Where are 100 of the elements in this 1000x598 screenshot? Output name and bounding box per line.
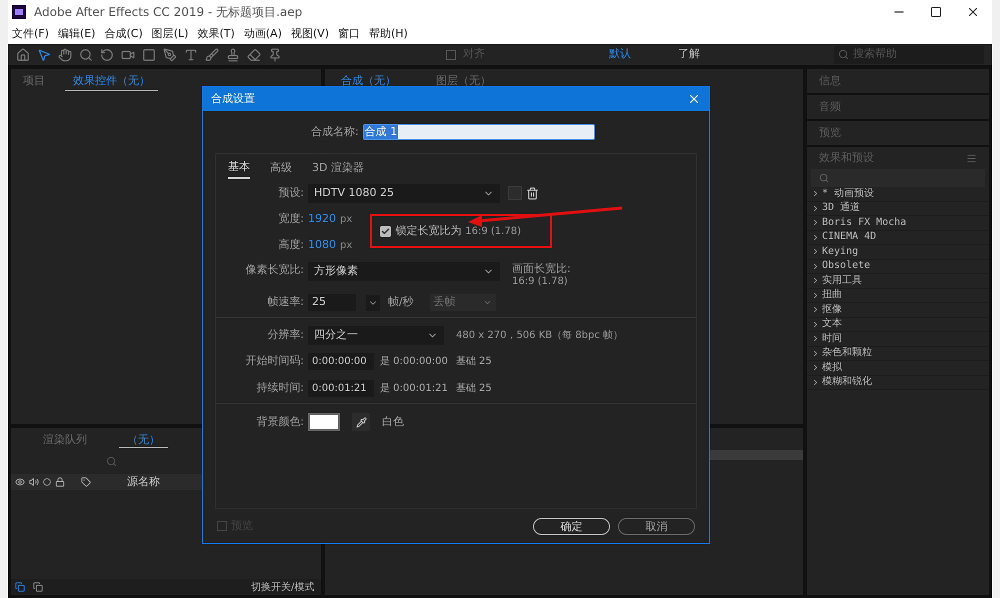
lock-icon xyxy=(55,477,65,487)
field-label: 分辨率: xyxy=(266,326,305,343)
eraser-icon[interactable] xyxy=(247,48,261,62)
timecode-field[interactable]: 0:00:00:00 xyxy=(308,352,374,370)
search-icon[interactable] xyxy=(79,48,93,62)
text-icon[interactable] xyxy=(184,48,198,62)
dialog-title: 合成设置 xyxy=(211,90,255,107)
unit-label: px xyxy=(340,212,352,226)
menu-item[interactable]: 合成(C) xyxy=(104,26,143,42)
menu-item[interactable]: 窗口 xyxy=(338,26,360,42)
dropdown[interactable]: HDTV 1080 25 xyxy=(308,184,500,202)
maximize-icon[interactable] xyxy=(930,6,942,18)
preview-checkbox[interactable] xyxy=(217,521,227,531)
lock-checkbox[interactable] xyxy=(380,226,392,236)
menu-item[interactable]: 视图(V) xyxy=(290,26,329,42)
height-value[interactable]: 1080 xyxy=(308,236,336,254)
field-label: 开始时间码: xyxy=(244,352,305,369)
eye-icon xyxy=(15,477,25,487)
effect-category[interactable]: 扭曲 xyxy=(807,288,989,303)
tag-icon xyxy=(81,477,91,487)
timecode-info: 是 0:00:00:00 xyxy=(380,354,448,368)
timebase-info: 基础 25 xyxy=(456,382,492,396)
search-icon xyxy=(838,49,849,60)
aspect-ratio: 16:9 (1.78) xyxy=(465,224,521,238)
dialog-tab[interactable]: 3D 渲染器 xyxy=(312,160,364,178)
effect-category[interactable]: 模糊和锐化 xyxy=(807,376,989,390)
cancel-button[interactable]: 取消 xyxy=(618,518,695,534)
field-label: 帧速率: xyxy=(266,294,305,310)
pen-icon[interactable] xyxy=(163,48,177,62)
effect-category[interactable]: 3D 通道 xyxy=(807,202,989,216)
workspace-tab[interactable]: 了解 xyxy=(658,46,720,63)
panel-tab[interactable]: （无） xyxy=(119,432,168,448)
field-label: 画面长宽比: xyxy=(512,262,571,275)
ok-button[interactable]: 确定 xyxy=(533,518,610,534)
effect-category[interactable]: 实用工具 xyxy=(807,274,989,288)
stamp-icon[interactable] xyxy=(226,48,240,62)
frame-rate-dropdown[interactable] xyxy=(366,294,380,310)
frame-aspect-value: 16:9 (1.78) xyxy=(512,275,569,288)
menu-item[interactable]: 图层(L) xyxy=(152,26,188,42)
pin-icon[interactable] xyxy=(268,48,282,62)
field-label: 宽度: xyxy=(277,210,305,227)
color-swatch[interactable] xyxy=(308,413,340,431)
layers-icon[interactable] xyxy=(33,582,43,592)
menu-icon[interactable] xyxy=(966,152,977,164)
workspace-tab[interactable]: 默认 xyxy=(589,46,651,63)
menu-item[interactable]: 效果(T) xyxy=(197,26,235,42)
field-label: 持续时间: xyxy=(255,380,305,396)
dialog-tab[interactable]: 基本 xyxy=(228,159,250,179)
effect-category[interactable]: 文本 xyxy=(807,318,989,332)
dropdown[interactable]: 四分之一 xyxy=(308,326,444,344)
effect-category[interactable]: CINEMA 4D xyxy=(807,230,989,245)
effect-category[interactable]: Boris FX Mocha xyxy=(807,216,989,230)
home-icon[interactable] xyxy=(16,48,30,62)
search-icon[interactable] xyxy=(106,456,117,466)
color-name: 白色 xyxy=(382,414,404,430)
search-field[interactable] xyxy=(811,169,985,187)
effect-category[interactable]: 时间 xyxy=(807,332,989,346)
menu-item[interactable]: 动画(A) xyxy=(244,26,282,42)
layers-icon[interactable] xyxy=(15,582,25,592)
effect-category[interactable]: Keying xyxy=(807,245,989,260)
eyedropper-button[interactable] xyxy=(352,413,370,431)
speaker-icon xyxy=(29,477,39,487)
field-label: 合成名称: xyxy=(311,124,359,140)
effect-category[interactable]: 模拟 xyxy=(807,361,989,376)
trash-icon[interactable] xyxy=(526,186,539,200)
width-value[interactable]: 1920 xyxy=(308,210,336,228)
effect-category[interactable]: Obsolete xyxy=(807,260,989,274)
unit-label: px xyxy=(340,238,352,252)
field-label: 预设: xyxy=(277,184,305,201)
undo-icon[interactable] xyxy=(100,48,114,62)
resolution-info: 480 x 270，506 KB（每 8bpc 帧） xyxy=(456,328,624,342)
chevron-icon xyxy=(482,298,492,307)
timecode-field[interactable]: 0:00:01:21 xyxy=(308,380,374,397)
panel-tab[interactable]: 效果控件（无） xyxy=(65,73,158,90)
snap-checkbox[interactable] xyxy=(446,50,456,60)
timebase-info: 基础 25 xyxy=(456,354,492,368)
rectangle-icon[interactable] xyxy=(142,48,156,62)
effect-category[interactable]: 杂色和颗粒 xyxy=(807,346,989,361)
menu-item[interactable]: 帮助(H) xyxy=(368,26,408,42)
dialog-tab[interactable]: 高级 xyxy=(270,160,292,178)
status-label[interactable]: 切换开关/模式 xyxy=(251,580,314,594)
panel-title: 效果和预设 xyxy=(819,150,874,166)
frame-rate-field[interactable]: 25 xyxy=(308,294,356,311)
pointer-icon[interactable] xyxy=(37,48,51,62)
menu-item[interactable]: 文件(F) xyxy=(12,26,49,42)
effect-category[interactable]: * 动画预设 xyxy=(807,187,989,202)
name-field[interactable]: 合成 1 xyxy=(362,124,595,140)
close-icon[interactable] xyxy=(966,5,980,19)
effect-category[interactable]: 抠像 xyxy=(807,303,989,318)
timecode-info: 是 0:00:01:21 xyxy=(380,382,448,396)
menu-item[interactable]: 编辑(E) xyxy=(58,26,96,42)
dot-icon xyxy=(43,478,51,486)
dropdown[interactable]: 方形像素 xyxy=(308,262,500,281)
brush-icon[interactable] xyxy=(205,48,219,62)
field-label: 背景颜色: xyxy=(255,414,305,430)
window-title: Adobe After Effects CC 2019 - 无标题项目.aep xyxy=(34,4,302,21)
lock-label: 锁定长宽比为 xyxy=(395,222,462,239)
hand-icon[interactable] xyxy=(58,48,72,62)
column-title: 源名称 xyxy=(127,474,160,490)
search-placeholder: 搜索帮助 xyxy=(853,46,897,62)
